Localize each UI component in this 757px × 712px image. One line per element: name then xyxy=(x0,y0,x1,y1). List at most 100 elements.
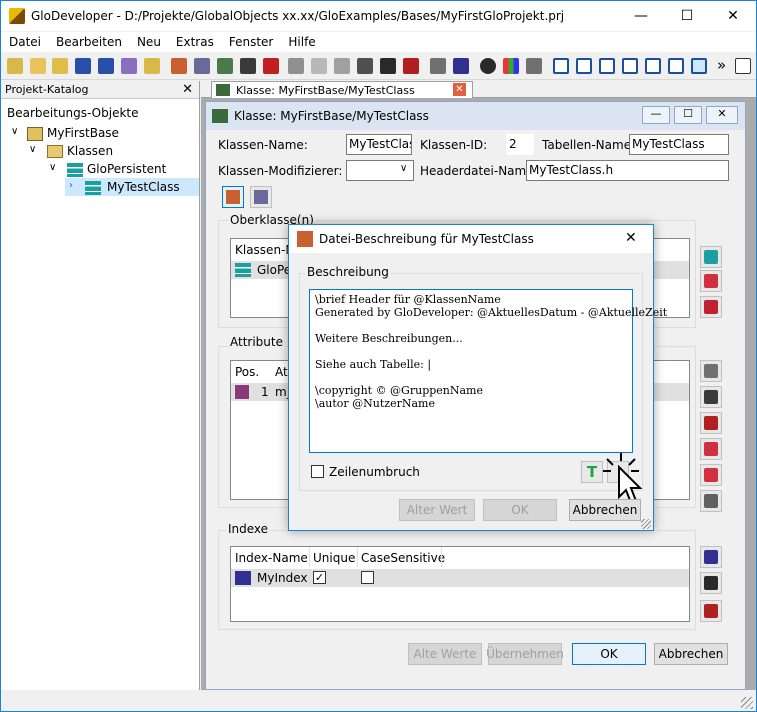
restore-icon[interactable] xyxy=(645,58,661,74)
index-col-casesensitive[interactable]: CaseSensitive xyxy=(361,551,445,565)
expand-icon[interactable]: ∨ xyxy=(11,126,18,137)
tools-icon[interactable] xyxy=(526,58,542,74)
attribute-properties-button[interactable] xyxy=(700,490,722,512)
insert-text-variable-button[interactable]: T xyxy=(581,461,603,483)
class-description-button[interactable] xyxy=(250,186,272,208)
dialog-title-bar[interactable]: Datei-Beschreibung für MyTestClass ✕ xyxy=(289,225,653,253)
delete-class-icon[interactable] xyxy=(263,58,279,74)
alter-wert-button[interactable]: Alter Wert xyxy=(399,499,475,521)
attr-column-at[interactable]: At xyxy=(275,365,288,379)
edit-attribute-button[interactable] xyxy=(700,386,722,408)
dialog-abbrechen-button[interactable]: Abbrechen xyxy=(569,499,641,521)
new-project-icon[interactable] xyxy=(7,58,23,74)
klassen-id-input[interactable]: 2 xyxy=(506,134,534,155)
index-col-name[interactable]: Index-Name xyxy=(235,551,308,565)
wizard-icon[interactable] xyxy=(144,58,160,74)
close-button[interactable]: ✕ xyxy=(710,1,756,31)
close-windows-icon[interactable] xyxy=(668,58,684,74)
edit-class-icon[interactable] xyxy=(240,58,256,74)
collapse-icon[interactable]: › xyxy=(69,180,73,191)
abbrechen-button[interactable]: Abbrechen xyxy=(654,643,728,665)
globe-icon[interactable] xyxy=(480,58,496,74)
cut-icon[interactable] xyxy=(288,58,304,74)
dialog-resize-grip-icon[interactable] xyxy=(641,519,651,529)
new-class-icon[interactable] xyxy=(217,58,233,74)
save-icon[interactable] xyxy=(75,58,91,74)
tile-horizontal-icon[interactable] xyxy=(599,58,615,74)
open-folder-icon[interactable] xyxy=(30,58,46,74)
edit-attribute-icon[interactable] xyxy=(380,58,396,74)
tree-item-glopersistent[interactable]: GloPersistent xyxy=(87,162,166,176)
maximize-button[interactable]: ☐ xyxy=(664,1,710,31)
index-icon[interactable] xyxy=(453,58,469,74)
menu-datei[interactable]: Datei xyxy=(9,35,41,49)
child-maximize-button[interactable]: ☐ xyxy=(674,106,702,124)
class-icon[interactable] xyxy=(194,58,210,74)
window-icon[interactable] xyxy=(622,58,638,74)
resize-grip-icon[interactable] xyxy=(741,697,753,709)
minimize-button[interactable]: — xyxy=(618,1,664,31)
dialog-close-icon[interactable]: ✕ xyxy=(625,230,637,246)
zeilenumbruch-checkbox[interactable] xyxy=(311,465,324,478)
delete-attribute-button[interactable] xyxy=(700,412,722,434)
help-book-icon[interactable] xyxy=(735,58,751,74)
delete-attribute-icon[interactable] xyxy=(403,58,419,74)
child-minimize-button[interactable]: — xyxy=(642,106,670,124)
file-description-button[interactable] xyxy=(222,186,244,208)
attr-column-pos[interactable]: Pos. xyxy=(235,365,259,379)
casesensitive-checkbox[interactable] xyxy=(361,571,374,584)
class-window-title-bar[interactable]: Klasse: MyFirstBase/MyTestClass — ☐ ✕ xyxy=(206,102,745,130)
delete-superclass-button[interactable] xyxy=(700,296,722,318)
tree-item-myfirstbase[interactable]: MyFirstBase xyxy=(47,126,119,140)
description-textarea[interactable]: \brief Header für @KlassenName Generated… xyxy=(309,289,667,453)
index-col-unique[interactable]: Unique xyxy=(313,551,355,565)
tree-item-klassen[interactable]: Klassen xyxy=(67,144,113,158)
new-attribute-icon[interactable] xyxy=(430,58,446,74)
delete-index-button[interactable] xyxy=(700,600,722,622)
unique-checkbox[interactable]: ✓ xyxy=(313,571,326,584)
move-attribute-down-button[interactable] xyxy=(700,464,722,486)
dialog-ok-button[interactable]: OK xyxy=(483,499,557,521)
oberklasse-column-header[interactable]: Klassen-N xyxy=(235,243,294,257)
move-superclass-button[interactable] xyxy=(700,270,722,292)
edit-index-button[interactable] xyxy=(700,572,722,594)
ok-button[interactable]: OK xyxy=(572,643,646,665)
menu-hilfe[interactable]: Hilfe xyxy=(288,35,315,49)
open-icon[interactable] xyxy=(52,58,68,74)
save-all-icon[interactable] xyxy=(98,58,114,74)
move-attribute-up-button[interactable] xyxy=(700,438,722,460)
child-close-button[interactable]: ✕ xyxy=(706,106,738,124)
attribute-icon[interactable] xyxy=(357,58,373,74)
menu-neu[interactable]: Neu xyxy=(137,35,161,49)
alte-werte-button[interactable]: Alte Werte xyxy=(408,643,482,665)
add-superclass-button[interactable] xyxy=(700,246,722,268)
menu-extras[interactable]: Extras xyxy=(176,35,214,49)
headerdatei-input[interactable]: MyTestClass.h xyxy=(526,160,729,181)
expand-icon[interactable]: ∨ xyxy=(29,144,36,155)
toolbar-overflow-icon[interactable]: » xyxy=(717,56,726,74)
menu-fenster[interactable]: Fenster xyxy=(229,35,274,49)
menu-bearbeiten[interactable]: Bearbeiten xyxy=(56,35,122,49)
copy-icon[interactable] xyxy=(311,58,327,74)
cascade-icon[interactable] xyxy=(553,58,569,74)
index-list[interactable]: Index-Name Unique CaseSensitive MyIndex … xyxy=(230,546,690,622)
index-row[interactable]: MyIndex ✓ xyxy=(231,569,689,587)
new-attribute-button[interactable] xyxy=(700,360,722,382)
catalog-close-icon[interactable]: ✕ xyxy=(182,81,193,99)
tile-vertical-icon[interactable] xyxy=(576,58,592,74)
title-bar[interactable]: GloDeveloper - D:/Projekte/GlobalObjects… xyxy=(1,1,756,31)
file-icon[interactable] xyxy=(171,58,187,74)
tab-class-document[interactable]: Klasse: MyFirstBase/MyTestClass ✕ xyxy=(211,81,473,98)
uebernehmen-button[interactable]: Übernehmen xyxy=(486,643,564,665)
paste-icon[interactable] xyxy=(334,58,350,74)
tree-item-mytestclass[interactable]: MyTestClass xyxy=(107,180,180,194)
tab-close-icon[interactable]: ✕ xyxy=(453,83,466,96)
new-index-button[interactable] xyxy=(700,546,722,568)
expand-icon[interactable]: ∨ xyxy=(49,162,56,173)
properties-icon[interactable] xyxy=(121,58,137,74)
klassen-name-input[interactable]: MyTestClass xyxy=(346,134,412,155)
tree-root[interactable]: Bearbeitungs-Objekte xyxy=(7,106,139,120)
chevron-down-icon[interactable]: ∨ xyxy=(400,163,407,174)
tabellen-name-input[interactable]: MyTestClass xyxy=(629,134,729,155)
color-grid-icon[interactable] xyxy=(503,58,519,74)
